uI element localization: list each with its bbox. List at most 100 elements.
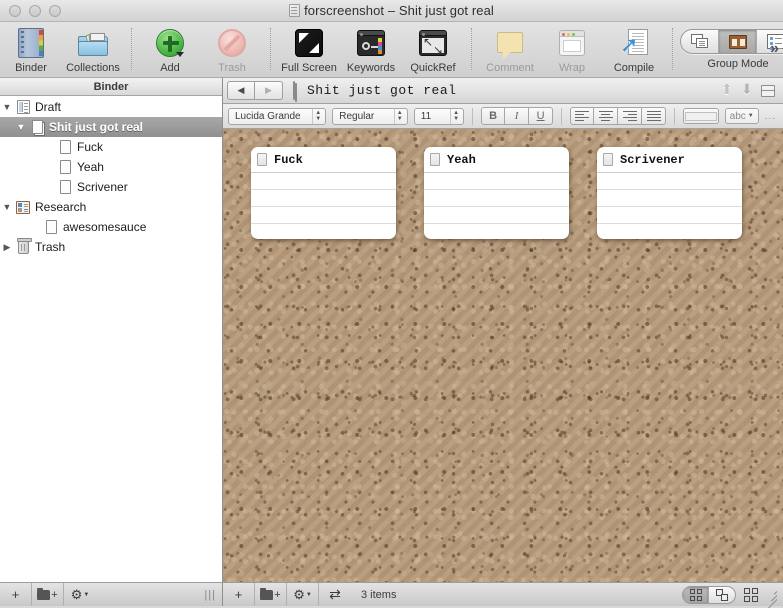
status-item-count: 3 items [361, 588, 397, 601]
back-button[interactable]: ◀ [227, 81, 255, 100]
index-card-title: Fuck [274, 152, 303, 167]
add-card-folder-button[interactable]: + [255, 583, 287, 606]
group-mode-corkboard[interactable] [719, 30, 757, 53]
toolbar-button-comment[interactable]: Comment [479, 26, 541, 74]
window-icon [556, 27, 588, 59]
page-icon [56, 140, 74, 154]
window-title-text: forscreenshot – Shit just got real [304, 2, 494, 18]
toolbar-label-binder: Binder [15, 62, 47, 74]
bold-button[interactable]: B [481, 107, 506, 125]
title-bar: forscreenshot – Shit just got real [0, 0, 783, 22]
document-title: Shit just got real [307, 83, 457, 98]
gear-icon: ⚙ [293, 586, 305, 602]
binder-row-yeah[interactable]: Yeah [0, 157, 222, 177]
stepper-icon[interactable]: ▲ ▼ [393, 108, 405, 124]
toolbar-button-wrap[interactable]: Wrap [541, 26, 603, 74]
toolbar-overflow-button[interactable]: » [770, 40, 779, 58]
font-size-select[interactable]: 11 ▲ ▼ [413, 107, 465, 125]
italic-button[interactable]: I [505, 107, 530, 125]
corkboard-view-toggle[interactable] [682, 585, 736, 604]
corkboard[interactable]: Fuck Yeah Scrivener [223, 129, 783, 582]
toolbar-button-binder[interactable]: Binder [0, 26, 62, 74]
main-toolbar: Binder Collections Add Trash Full Screen… [0, 22, 783, 78]
no-entry-icon [216, 27, 248, 59]
spelling-dropdown[interactable]: abc ▼ [724, 108, 759, 124]
document-header: ◀ ▶ Shit just got real [223, 78, 783, 104]
group-mode-segmented[interactable] [680, 29, 783, 54]
toolbar-button-full-screen[interactable]: Full Screen [278, 26, 340, 74]
align-center-icon [598, 111, 613, 121]
align-justify-button[interactable] [642, 107, 667, 125]
editor-footer: + + ⚙ ▼ ⇄ 3 items [223, 583, 783, 608]
add-folder-button[interactable]: + [32, 583, 64, 606]
toolbar-label-wrap: Wrap [558, 62, 586, 74]
add-card-button[interactable]: + [223, 583, 255, 606]
stack-icon [716, 588, 728, 601]
binder-options-button[interactable]: ⚙ ▼ [64, 583, 96, 606]
split-view-icon[interactable] [761, 84, 775, 97]
toolbar-label-compile: Compile [613, 62, 655, 74]
disclosure-triangle-down-icon[interactable]: ▼ [0, 102, 14, 112]
stepper-icon[interactable]: ▲ ▼ [312, 108, 323, 124]
index-card[interactable]: Yeah [424, 147, 569, 239]
four-squares-icon[interactable] [744, 587, 758, 602]
index-card[interactable]: Fuck [251, 147, 396, 239]
font-style-value: Regular [339, 110, 375, 122]
folder-cards-icon [77, 27, 109, 59]
binder-resize-grip[interactable]: ||| [204, 589, 216, 601]
index-card-synopsis[interactable] [597, 173, 742, 239]
toolbar-button-add[interactable]: Add [139, 26, 201, 74]
forward-button[interactable]: ▶ [255, 81, 283, 100]
index-card-synopsis[interactable] [251, 173, 396, 239]
status-bar: + + ⚙ ▼ ||| + + ⚙ ▼ ⇄ 3 items [0, 582, 783, 608]
toolbar-button-trash[interactable]: Trash [201, 26, 263, 74]
document-stack-icon [28, 120, 46, 134]
font-style-select[interactable]: Regular ▲ ▼ [332, 107, 408, 125]
disclosure-triangle-right-icon[interactable]: ▶ [0, 242, 14, 253]
binder-row-fuck[interactable]: Fuck [0, 137, 222, 157]
corkboard-options-button[interactable]: ⚙ ▼ [287, 583, 319, 606]
window-resize-grip[interactable] [764, 588, 778, 608]
binder-row-trash[interactable]: ▶ Trash [0, 237, 222, 257]
toolbar-button-compile[interactable]: ➚ Compile [603, 26, 665, 74]
underline-button[interactable]: U [529, 107, 554, 125]
binder-row-scrivener[interactable]: Scrivener [0, 177, 222, 197]
toolbar-button-keywords[interactable]: Keywords [340, 26, 402, 74]
align-right-button[interactable] [618, 107, 643, 125]
toolbar-button-quickref[interactable]: QuickRef [402, 26, 464, 74]
binder-row-research[interactable]: ▼ Research [0, 197, 222, 217]
font-family-value: Lucida Grande [235, 110, 301, 122]
index-card-synopsis[interactable] [424, 173, 569, 239]
binder-row-shit-just-got-real[interactable]: ▼ Shit just got real [0, 117, 222, 137]
stack-view-button[interactable] [709, 587, 735, 603]
binder-row-draft[interactable]: ▼ Draft [0, 97, 222, 117]
font-family-select[interactable]: Lucida Grande ▲ ▼ [228, 107, 327, 125]
disclosure-triangle-down-icon[interactable]: ▼ [0, 202, 14, 212]
folder-plus-icon: + [37, 587, 58, 601]
format-bar-overflow[interactable]: ... [765, 111, 778, 122]
index-card[interactable]: Scrivener [597, 147, 742, 239]
group-mode-outline[interactable] [681, 30, 719, 53]
toolbar-label-comment: Comment [486, 62, 534, 74]
index-card-header: Fuck [251, 147, 396, 173]
add-item-button[interactable]: + [0, 583, 32, 606]
arrow-down-icon[interactable] [741, 81, 754, 98]
trash-icon [14, 238, 32, 254]
toolbar-button-collections[interactable]: Collections [62, 26, 124, 74]
binder-row-awesomesauce[interactable]: awesomesauce [0, 217, 222, 237]
draft-folder-icon [14, 100, 32, 114]
toolbar-separator-2 [270, 28, 271, 70]
highlight-color-well[interactable] [683, 108, 719, 124]
toolbar-separator-4 [672, 28, 673, 70]
stepper-icon[interactable]: ▲ ▼ [450, 108, 461, 124]
chevron-down-icon: ▼ [305, 591, 312, 598]
align-center-button[interactable] [594, 107, 619, 125]
corkboard-card-grid: Fuck Yeah Scrivener [223, 129, 783, 582]
toolbar-group-text: Comment Wrap ➚ Compile [479, 26, 665, 76]
grid-view-button[interactable] [683, 586, 709, 603]
disclosure-triangle-down-icon[interactable]: ▼ [14, 122, 28, 132]
arrow-up-icon[interactable] [721, 81, 734, 98]
align-left-button[interactable] [570, 107, 595, 125]
chevron-down-icon: ▼ [83, 591, 90, 598]
swap-editors-button[interactable]: ⇄ [319, 583, 351, 606]
